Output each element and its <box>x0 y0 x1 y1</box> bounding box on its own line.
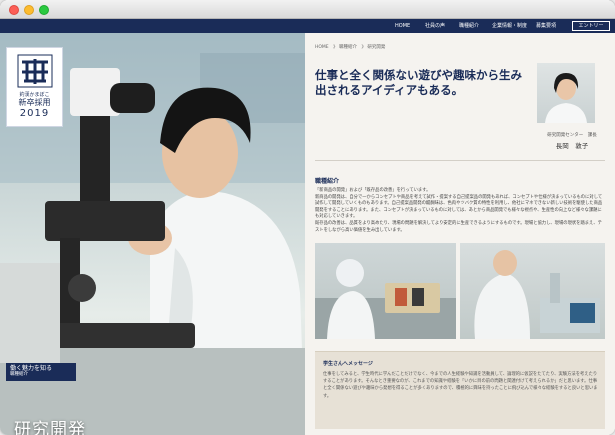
section-divider <box>315 160 605 161</box>
logo-company-name: 釣漢かまぼこ <box>19 92 50 98</box>
nav-item-employee-voices[interactable]: 社員の声 <box>425 19 445 33</box>
employee-department: 研究開発センター 課長 <box>547 133 597 138</box>
message-text: 仕事をしてみると、学生時代に学んだことだけでなく、今までの人生経験や知識を活動員… <box>323 372 598 399</box>
breadcrumb-home[interactable]: HOME <box>315 45 329 50</box>
employee-name: 長岡 敦子 <box>555 142 589 150</box>
logo-emblem-icon <box>17 54 52 88</box>
window-titlebar <box>0 0 615 19</box>
student-message-box: 学生さんへメッセージ 仕事をしてみると、学生時代に学んだことだけでなく、今までの… <box>315 351 605 429</box>
hero-tag-sub: 職種紹介 <box>10 372 28 377</box>
message-title: 学生さんへメッセージ <box>323 361 373 367</box>
job-paragraph: 既存品の改善は、品質をより高めたり、現場の問題を解決してより安定的に生産できるよ… <box>315 220 602 233</box>
browser-window: HOME 社員の声 職種紹介 企業情報・制度 募集要項 エントリー 釣漢かまぼこ… <box>0 0 615 435</box>
nav-item-company-info[interactable]: 企業情報・制度 <box>492 19 527 33</box>
job-paragraph: 新商品の開発は、自分で一からコンセプトや商品を考えて試作・提案する自己提案品の開… <box>315 194 603 220</box>
close-window-button[interactable] <box>9 5 19 15</box>
job-paragraph: 「新商品の開発」および「既存品の改善」を行っています。 <box>315 188 431 193</box>
page-headline: 仕事と全く関係ない遊びや趣味から生み出されるアイディアもある。 <box>315 68 522 97</box>
minimize-window-button[interactable] <box>24 5 34 15</box>
lab-equipment-illustration <box>474 250 600 339</box>
zoom-window-button[interactable] <box>39 5 49 15</box>
breadcrumb-job-types[interactable]: 》 職種紹介 <box>333 45 357 50</box>
hero-category-tag: 働く魅力を知る 職種紹介 <box>6 363 76 381</box>
lab-photo-1 <box>315 243 456 339</box>
job-section-title: 職種紹介 <box>315 178 340 185</box>
main-content: HOME 》 職種紹介 》 研究開発 仕事と全く関係ない遊びや趣味から生み出され… <box>305 33 615 435</box>
lab-photo-2 <box>460 243 605 339</box>
nav-item-job-types[interactable]: 職種紹介 <box>459 19 479 33</box>
breadcrumb-current: 》 研究開発 <box>361 45 386 50</box>
employee-portrait-illustration <box>545 73 587 123</box>
lab-workers-illustration <box>315 259 456 339</box>
hero-photo: 釣漢かまぼこ 新卒採用 2019 働く魅力を知る 職種紹介 研究開発 <box>0 33 305 435</box>
nav-item-home[interactable]: HOME <box>395 19 410 33</box>
hero-tag-main: 働く魅力を知る <box>10 365 53 372</box>
job-description: 「新商品の開発」および「既存品の改善」を行っています。 新商品の開発は、自分で一… <box>315 188 605 234</box>
breadcrumb: HOME 》 職種紹介 》 研究開発 <box>315 44 388 50</box>
logo-recruit-label: 新卒採用 <box>18 98 51 107</box>
global-nav: HOME 社員の声 職種紹介 企業情報・制度 募集要項 エントリー <box>0 19 615 33</box>
brand-logo[interactable]: 釣漢かまぼこ 新卒採用 2019 <box>6 47 63 127</box>
employee-photo <box>537 63 595 123</box>
nav-item-requirements[interactable]: 募集要項 <box>536 19 556 33</box>
entry-button[interactable]: エントリー <box>572 21 610 31</box>
logo-year: 2019 <box>19 108 50 119</box>
hero-job-title: 研究開発 <box>14 420 86 435</box>
